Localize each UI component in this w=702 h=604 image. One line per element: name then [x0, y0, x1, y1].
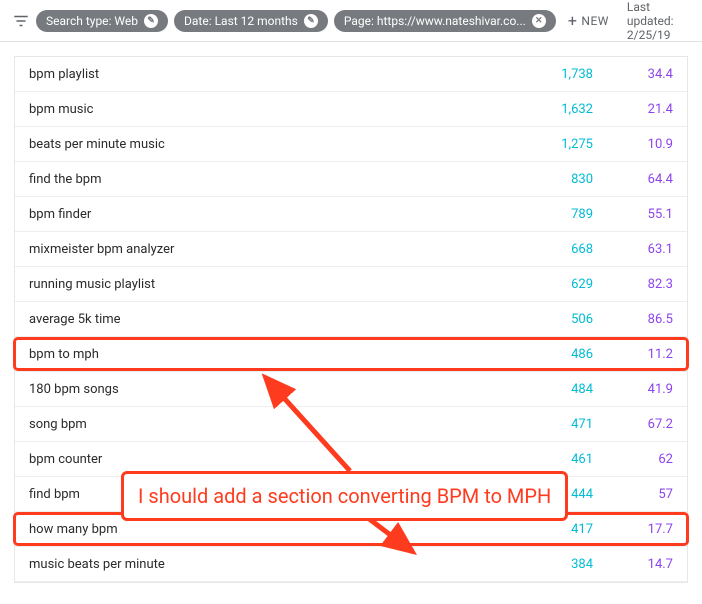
query-cell: song bpm — [29, 417, 503, 432]
value-cell: 67.2 — [593, 417, 673, 432]
value-cell: 57 — [593, 487, 673, 502]
chip-search-type[interactable]: Search type: Web ✎ — [36, 10, 168, 32]
value-cell: 63.1 — [593, 242, 673, 257]
plus-icon: + — [568, 13, 578, 29]
count-cell: 444 — [503, 487, 593, 502]
chip-label: Date: Last 12 months — [184, 14, 298, 28]
filter-bar: Search type: Web ✎ Date: Last 12 months … — [0, 0, 702, 42]
count-cell: 629 — [503, 277, 593, 292]
query-cell: average 5k time — [29, 312, 503, 327]
chip-date[interactable]: Date: Last 12 months ✎ — [174, 10, 328, 32]
new-label: NEW — [581, 14, 609, 28]
table-row[interactable]: find the bpm83064.4 — [15, 162, 687, 197]
value-cell: 17.7 — [593, 522, 673, 537]
count-cell: 668 — [503, 242, 593, 257]
query-cell: running music playlist — [29, 277, 503, 292]
query-cell: how many bpm — [29, 522, 503, 537]
query-cell: find the bpm — [29, 172, 503, 187]
query-cell: music beats per minute — [29, 557, 503, 572]
close-icon[interactable]: ✕ — [532, 14, 546, 28]
table-row[interactable]: beats per minute music1,27510.9 — [15, 127, 687, 162]
table-row[interactable]: music beats per minute38414.7 — [15, 547, 687, 582]
count-cell: 461 — [503, 452, 593, 467]
query-cell: bpm to mph — [29, 347, 503, 362]
value-cell: 82.3 — [593, 277, 673, 292]
table-row[interactable]: mixmeister bpm analyzer66863.1 — [15, 232, 687, 267]
value-cell: 86.5 — [593, 312, 673, 327]
count-cell: 471 — [503, 417, 593, 432]
pencil-icon: ✎ — [144, 14, 158, 28]
value-cell: 62 — [593, 452, 673, 467]
table-row[interactable]: bpm playlist1,73834.4 — [15, 57, 687, 92]
table-row[interactable]: bpm counter46162 — [15, 442, 687, 477]
value-cell: 11.2 — [593, 347, 673, 362]
pencil-icon: ✎ — [304, 14, 318, 28]
query-cell: bpm counter — [29, 452, 503, 467]
table-row[interactable]: song bpm47167.2 — [15, 407, 687, 442]
query-cell: find bpm — [29, 487, 503, 502]
query-cell: bpm playlist — [29, 67, 503, 82]
count-cell: 486 — [503, 347, 593, 362]
value-cell: 64.4 — [593, 172, 673, 187]
chip-label: Page: https://www.nateshivar.co... — [344, 14, 526, 28]
last-updated: Last updated: 2/25/19 — [627, 0, 690, 42]
count-cell: 830 — [503, 172, 593, 187]
query-cell: 180 bpm songs — [29, 382, 503, 397]
value-cell: 34.4 — [593, 67, 673, 82]
query-cell: mixmeister bpm analyzer — [29, 242, 503, 257]
count-cell: 384 — [503, 557, 593, 572]
query-cell: bpm finder — [29, 207, 503, 222]
value-cell: 14.7 — [593, 557, 673, 572]
table-row[interactable]: bpm finder78955.1 — [15, 197, 687, 232]
table-row[interactable]: 180 bpm songs48441.9 — [15, 372, 687, 407]
value-cell: 41.9 — [593, 382, 673, 397]
count-cell: 789 — [503, 207, 593, 222]
chip-label: Search type: Web — [46, 14, 138, 28]
table-row[interactable]: how many bpm41717.7 — [15, 512, 687, 547]
value-cell: 55.1 — [593, 207, 673, 222]
table-row[interactable]: average 5k time50686.5 — [15, 302, 687, 337]
count-cell: 417 — [503, 522, 593, 537]
count-cell: 1,738 — [503, 67, 593, 82]
chip-page[interactable]: Page: https://www.nateshivar.co... ✕ — [334, 10, 556, 32]
table-row[interactable]: find bpm44457 — [15, 477, 687, 512]
queries-table: bpm playlist1,73834.4bpm music1,63221.4b… — [14, 56, 688, 583]
table-row[interactable]: running music playlist62982.3 — [15, 267, 687, 302]
count-cell: 1,275 — [503, 137, 593, 152]
count-cell: 484 — [503, 382, 593, 397]
query-cell: bpm music — [29, 102, 503, 117]
value-cell: 21.4 — [593, 102, 673, 117]
query-cell: beats per minute music — [29, 137, 503, 152]
new-filter-button[interactable]: + NEW — [562, 9, 615, 33]
filter-icon[interactable] — [12, 10, 30, 32]
count-cell: 506 — [503, 312, 593, 327]
table-row[interactable]: bpm music1,63221.4 — [15, 92, 687, 127]
table-row[interactable]: bpm to mph48611.2 — [15, 337, 687, 372]
count-cell: 1,632 — [503, 102, 593, 117]
value-cell: 10.9 — [593, 137, 673, 152]
